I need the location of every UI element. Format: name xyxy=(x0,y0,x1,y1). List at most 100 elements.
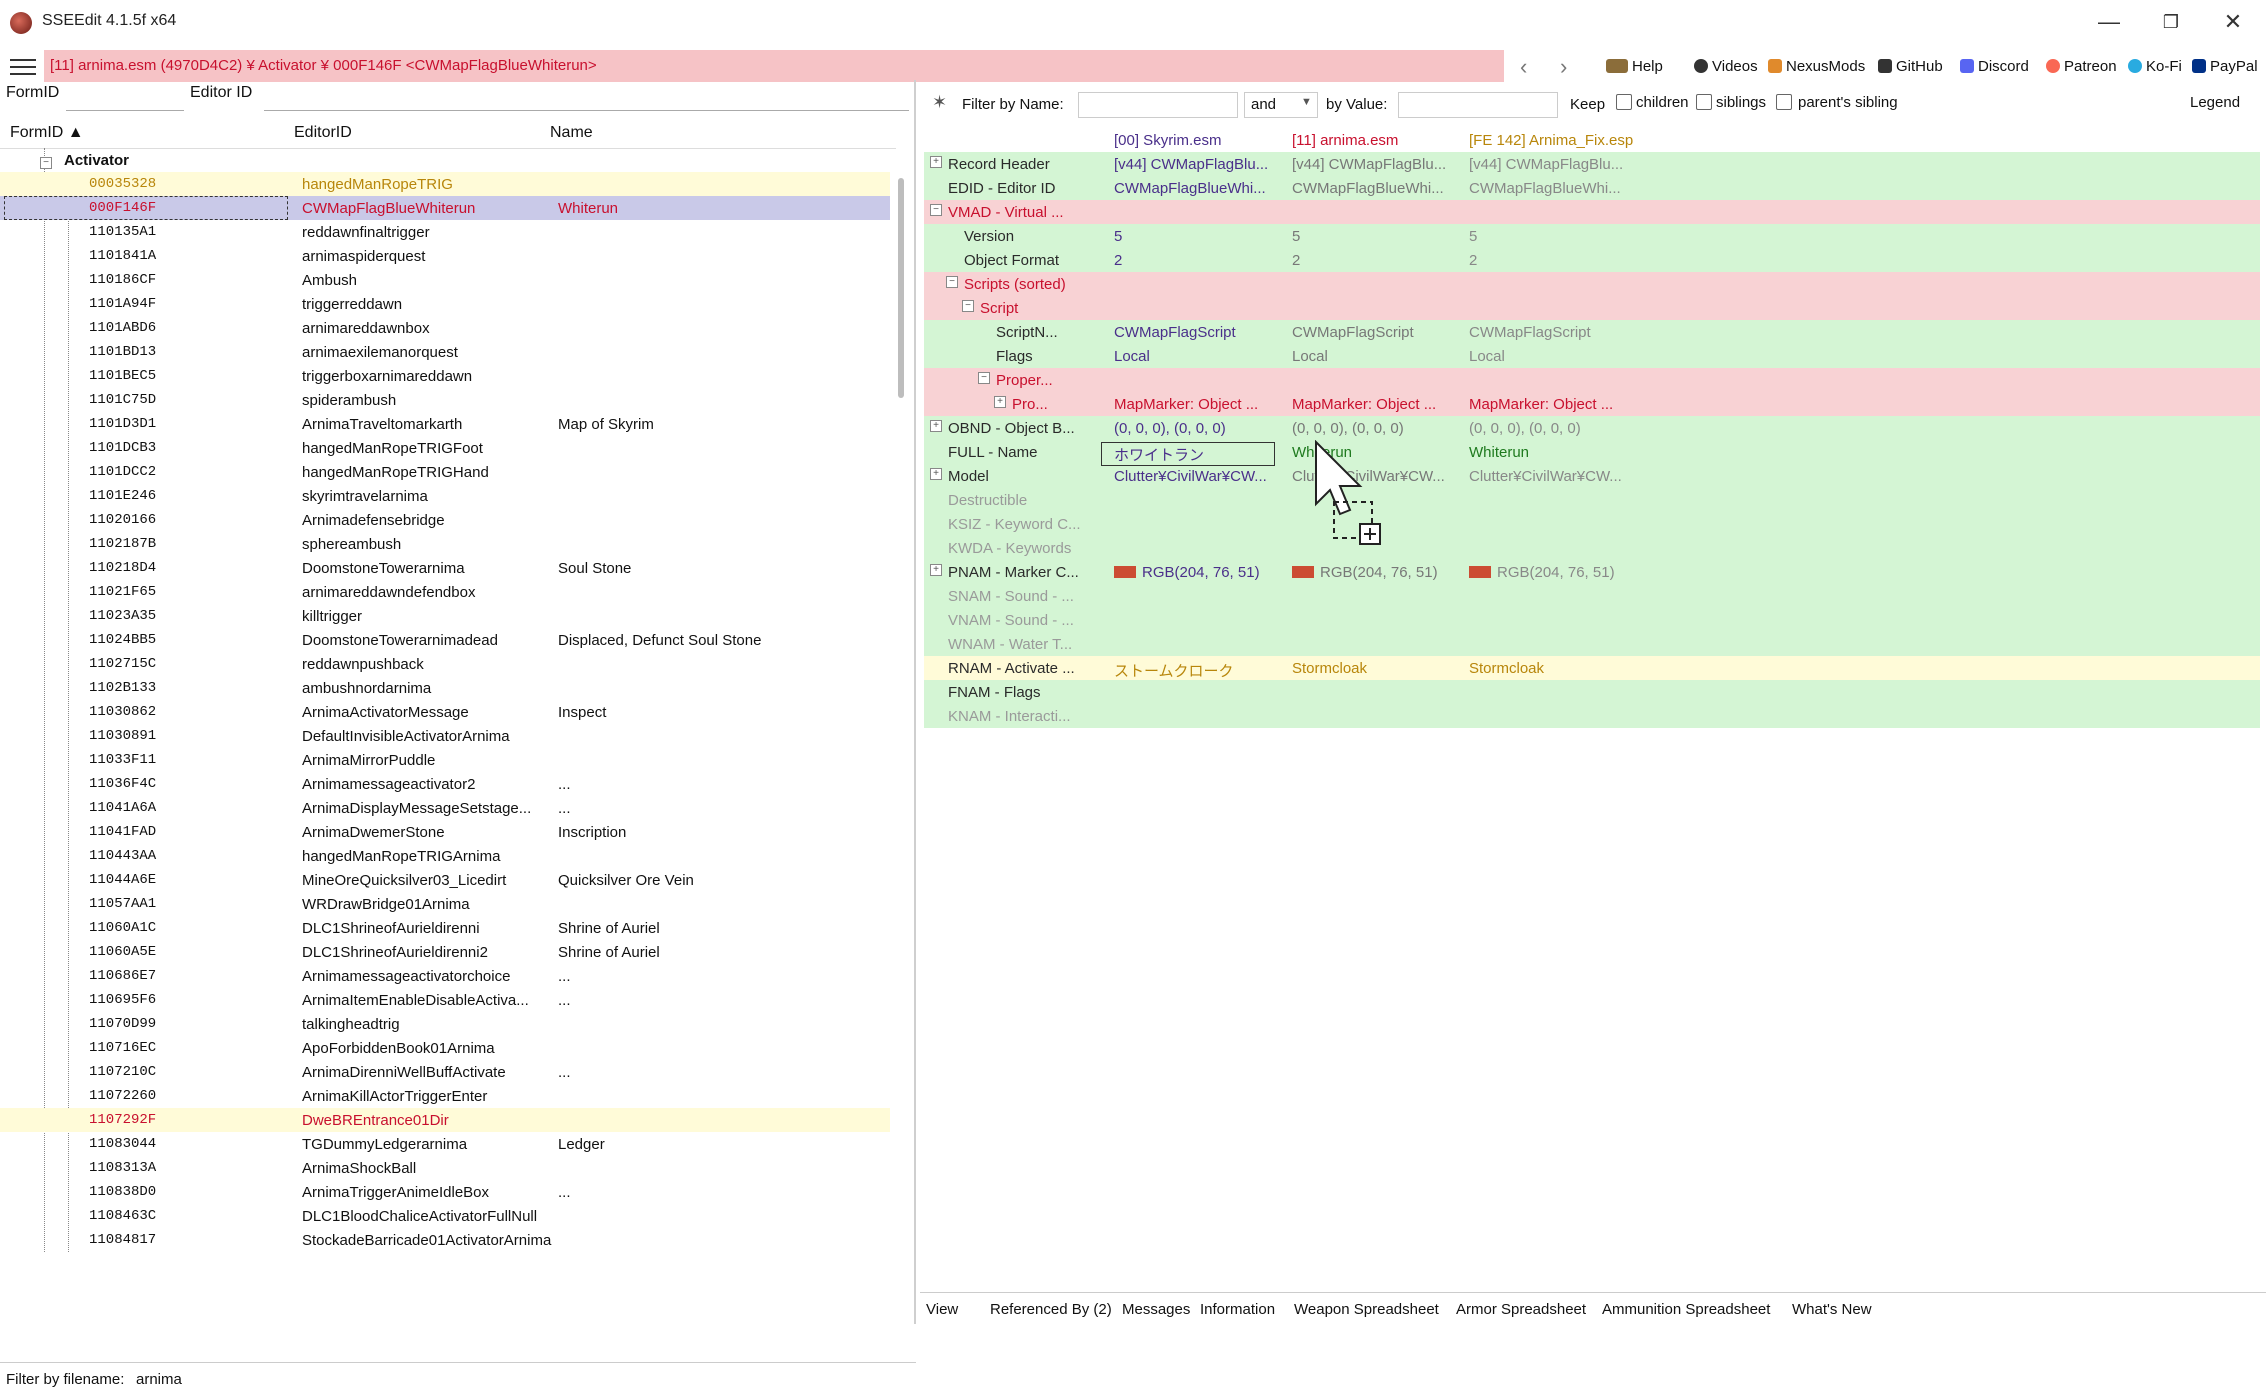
filter-value-input[interactable] xyxy=(1398,92,1558,118)
value-cell[interactable]: [v44] CWMapFlagBlu... xyxy=(1292,156,1452,173)
active-cell-outline[interactable] xyxy=(1101,442,1275,466)
table-row[interactable]: 110686E7 Arnimamessageactivatorchoice... xyxy=(0,964,890,988)
value-cell[interactable]: 2 xyxy=(1114,252,1274,269)
grid-row[interactable]: + PNAM - Marker C... RGB(204, 76, 51) RGB(2… xyxy=(924,560,2260,585)
grid-row[interactable]: − Proper... xyxy=(924,368,2260,393)
table-row[interactable]: 1102B133 ambushnordarnima xyxy=(0,676,890,700)
table-row[interactable]: 1101A94F triggerreddawn xyxy=(0,292,890,316)
collapse-icon[interactable]: − xyxy=(946,276,958,288)
value-cell[interactable]: Local xyxy=(1469,348,1639,365)
expand-icon[interactable]: + xyxy=(930,420,942,432)
value-cell[interactable]: 5 xyxy=(1114,228,1274,245)
table-row[interactable]: 1102715C reddawnpushback xyxy=(0,652,890,676)
filter-name-input[interactable] xyxy=(1078,92,1238,118)
formid-input[interactable] xyxy=(66,86,184,111)
arnima-fix-column-header[interactable]: [FE 142] Arnima_Fix.esp xyxy=(1469,132,1633,149)
table-row[interactable]: 1101DCB3 hangedManRopeTRIGFoot xyxy=(0,436,890,460)
table-row[interactable]: 11060A1C DLC1ShrineofAurieldirenni Shrine … xyxy=(0,916,890,940)
grid-row[interactable]: KNAM - Interacti... xyxy=(924,704,2260,729)
value-cell[interactable]: 2 xyxy=(1469,252,1639,269)
table-row[interactable]: 11041A6A ArnimaDisplayMessageSetstage....… xyxy=(0,796,890,820)
formid-column-header[interactable]: FormID ▲ xyxy=(10,124,84,142)
grid-row[interactable]: Version 5 5 5 xyxy=(924,224,2260,249)
table-row[interactable]: 110695F6 ArnimaItemEnableDisableActiva...… xyxy=(0,988,890,1012)
table-row[interactable]: 1101D3D1 ArnimaTraveltomarkarth Map of Sky… xyxy=(0,412,890,436)
grid-row[interactable]: KSIZ - Keyword C... xyxy=(924,512,2260,537)
discord-link[interactable]: Discord xyxy=(1960,58,2029,75)
value-cell[interactable]: (0, 0, 0), (0, 0, 0) xyxy=(1292,420,1452,437)
tab-referenced-by[interactable]: Referenced By (2) xyxy=(990,1301,1112,1318)
table-row[interactable]: 110443AA hangedManRopeTRIGArnima xyxy=(0,844,890,868)
table-row[interactable]: 11041FAD ArnimaDwemerStone Inscription xyxy=(0,820,890,844)
table-row[interactable]: 11030862 ArnimaActivatorMessage Inspect xyxy=(0,700,890,724)
table-row[interactable]: 11033F11 ArnimaMirrorPuddle xyxy=(0,748,890,772)
legend-button[interactable]: Legend xyxy=(2190,94,2240,111)
table-row[interactable]: 1101E246 skyrimtravelarnima xyxy=(0,484,890,508)
grid-row[interactable]: FNAM - Flags xyxy=(924,680,2260,705)
value-cell[interactable]: 5 xyxy=(1469,228,1639,245)
value-cell[interactable]: RGB(204, 76, 51) xyxy=(1469,564,1639,581)
tree-group-activator[interactable]: − Activator xyxy=(0,148,890,172)
minimize-button[interactable]: — xyxy=(2082,6,2136,38)
forward-icon[interactable]: › xyxy=(1560,54,1567,80)
table-row[interactable]: 00035328 hangedManRopeTRIG xyxy=(0,172,890,196)
table-row[interactable]: 1108313A ArnimaShockBall xyxy=(0,1156,890,1180)
value-cell[interactable]: [v44] CWMapFlagBlu... xyxy=(1114,156,1274,173)
value-cell[interactable]: MapMarker: Object ... xyxy=(1292,396,1452,413)
grid-row[interactable]: VNAM - Sound - ... xyxy=(924,608,2260,633)
value-cell[interactable]: Local xyxy=(1292,348,1452,365)
grid-row[interactable]: + Pro... MapMarker: Object ... MapMarker: O… xyxy=(924,392,2260,417)
value-cell[interactable]: Local xyxy=(1114,348,1274,365)
grid-row[interactable]: WNAM - Water T... xyxy=(924,632,2260,657)
value-cell[interactable]: Clutter¥CivilWar¥CW... xyxy=(1114,468,1274,485)
value-cell[interactable]: CWMapFlagScript xyxy=(1114,324,1274,341)
table-row[interactable]: 11036F4C Arnimamessageactivator2... xyxy=(0,772,890,796)
table-row[interactable]: 110186CF Ambush xyxy=(0,268,890,292)
skyrim-column-header[interactable]: [00] Skyrim.esm xyxy=(1114,132,1222,149)
table-row[interactable]: 110716EC ApoForbiddenBook01Arnima xyxy=(0,1036,890,1060)
table-row[interactable]: 000F146F CWMapFlagBlueWhiterun Whiterun xyxy=(0,196,890,220)
editorid-input[interactable] xyxy=(264,86,909,111)
table-row[interactable]: 11023A35 killtrigger xyxy=(0,604,890,628)
grid-row[interactable]: − VMAD - Virtual ... xyxy=(924,200,2260,225)
tree-scrollbar[interactable] xyxy=(898,178,904,398)
nexusmods-link[interactable]: NexusMods xyxy=(1768,58,1865,75)
close-button[interactable]: ✕ xyxy=(2206,6,2260,38)
expand-icon[interactable]: + xyxy=(930,564,942,576)
value-cell[interactable]: Clutter¥CivilWar¥CW... xyxy=(1469,468,1639,485)
grid-row[interactable]: + OBND - Object B... (0, 0, 0), (0, 0, 0) (… xyxy=(924,416,2260,441)
value-cell[interactable]: (0, 0, 0), (0, 0, 0) xyxy=(1114,420,1274,437)
menu-icon[interactable] xyxy=(10,54,36,78)
maximize-button[interactable]: ❐ xyxy=(2144,6,2198,38)
grid-row[interactable]: Flags Local Local Local xyxy=(924,344,2260,369)
table-row[interactable]: 1101BD13 arnimaexilemanorquest xyxy=(0,340,890,364)
collapse-icon[interactable]: − xyxy=(930,204,942,216)
table-row[interactable]: 11024BB5 DoomstoneTowerarnimadead Displace… xyxy=(0,628,890,652)
grid-row[interactable]: EDID - Editor ID CWMapFlagBlueWhi... CWMap… xyxy=(924,176,2260,201)
grid-row[interactable]: Object Format 2 2 2 xyxy=(924,248,2260,273)
expand-icon[interactable]: + xyxy=(930,468,942,480)
value-cell[interactable]: CWMapFlagScript xyxy=(1469,324,1639,341)
table-row[interactable]: 11021F65 arnimareddawndefendbox xyxy=(0,580,890,604)
keep-children-checkbox[interactable] xyxy=(1616,94,1632,110)
table-row[interactable]: 1101841A arnimaspiderquest xyxy=(0,244,890,268)
tab-messages[interactable]: Messages xyxy=(1122,1301,1190,1318)
arnima-column-header[interactable]: [11] arnima.esm xyxy=(1292,132,1398,149)
tab-armor-spreadsheet[interactable]: Armor Spreadsheet xyxy=(1456,1301,1586,1318)
videos-link[interactable]: Videos xyxy=(1694,58,1758,75)
value-cell[interactable]: Stormcloak xyxy=(1292,660,1452,677)
table-row[interactable]: 110838D0 ArnimaTriggerAnimeIdleBox... xyxy=(0,1180,890,1204)
table-row[interactable]: 1107210C ArnimaDirenniWellBuffActivate... xyxy=(0,1060,890,1084)
filename-filter-input[interactable]: arnima xyxy=(136,1371,182,1388)
tab-view[interactable]: View xyxy=(926,1301,958,1318)
name-column-header[interactable]: Name xyxy=(550,124,593,142)
pin-icon[interactable]: ✶ xyxy=(932,92,947,113)
value-cell[interactable]: 2 xyxy=(1292,252,1452,269)
table-row[interactable]: 1101C75D spiderambush xyxy=(0,388,890,412)
table-row[interactable]: 1101ABD6 arnimareddawnbox xyxy=(0,316,890,340)
expand-icon[interactable]: + xyxy=(994,396,1006,408)
value-cell[interactable]: CWMapFlagBlueWhi... xyxy=(1292,180,1452,197)
tab-whats-new[interactable]: What's New xyxy=(1792,1301,1872,1318)
table-row[interactable]: 1101DCC2 hangedManRopeTRIGHand xyxy=(0,460,890,484)
grid-row[interactable]: Destructible xyxy=(924,488,2260,513)
